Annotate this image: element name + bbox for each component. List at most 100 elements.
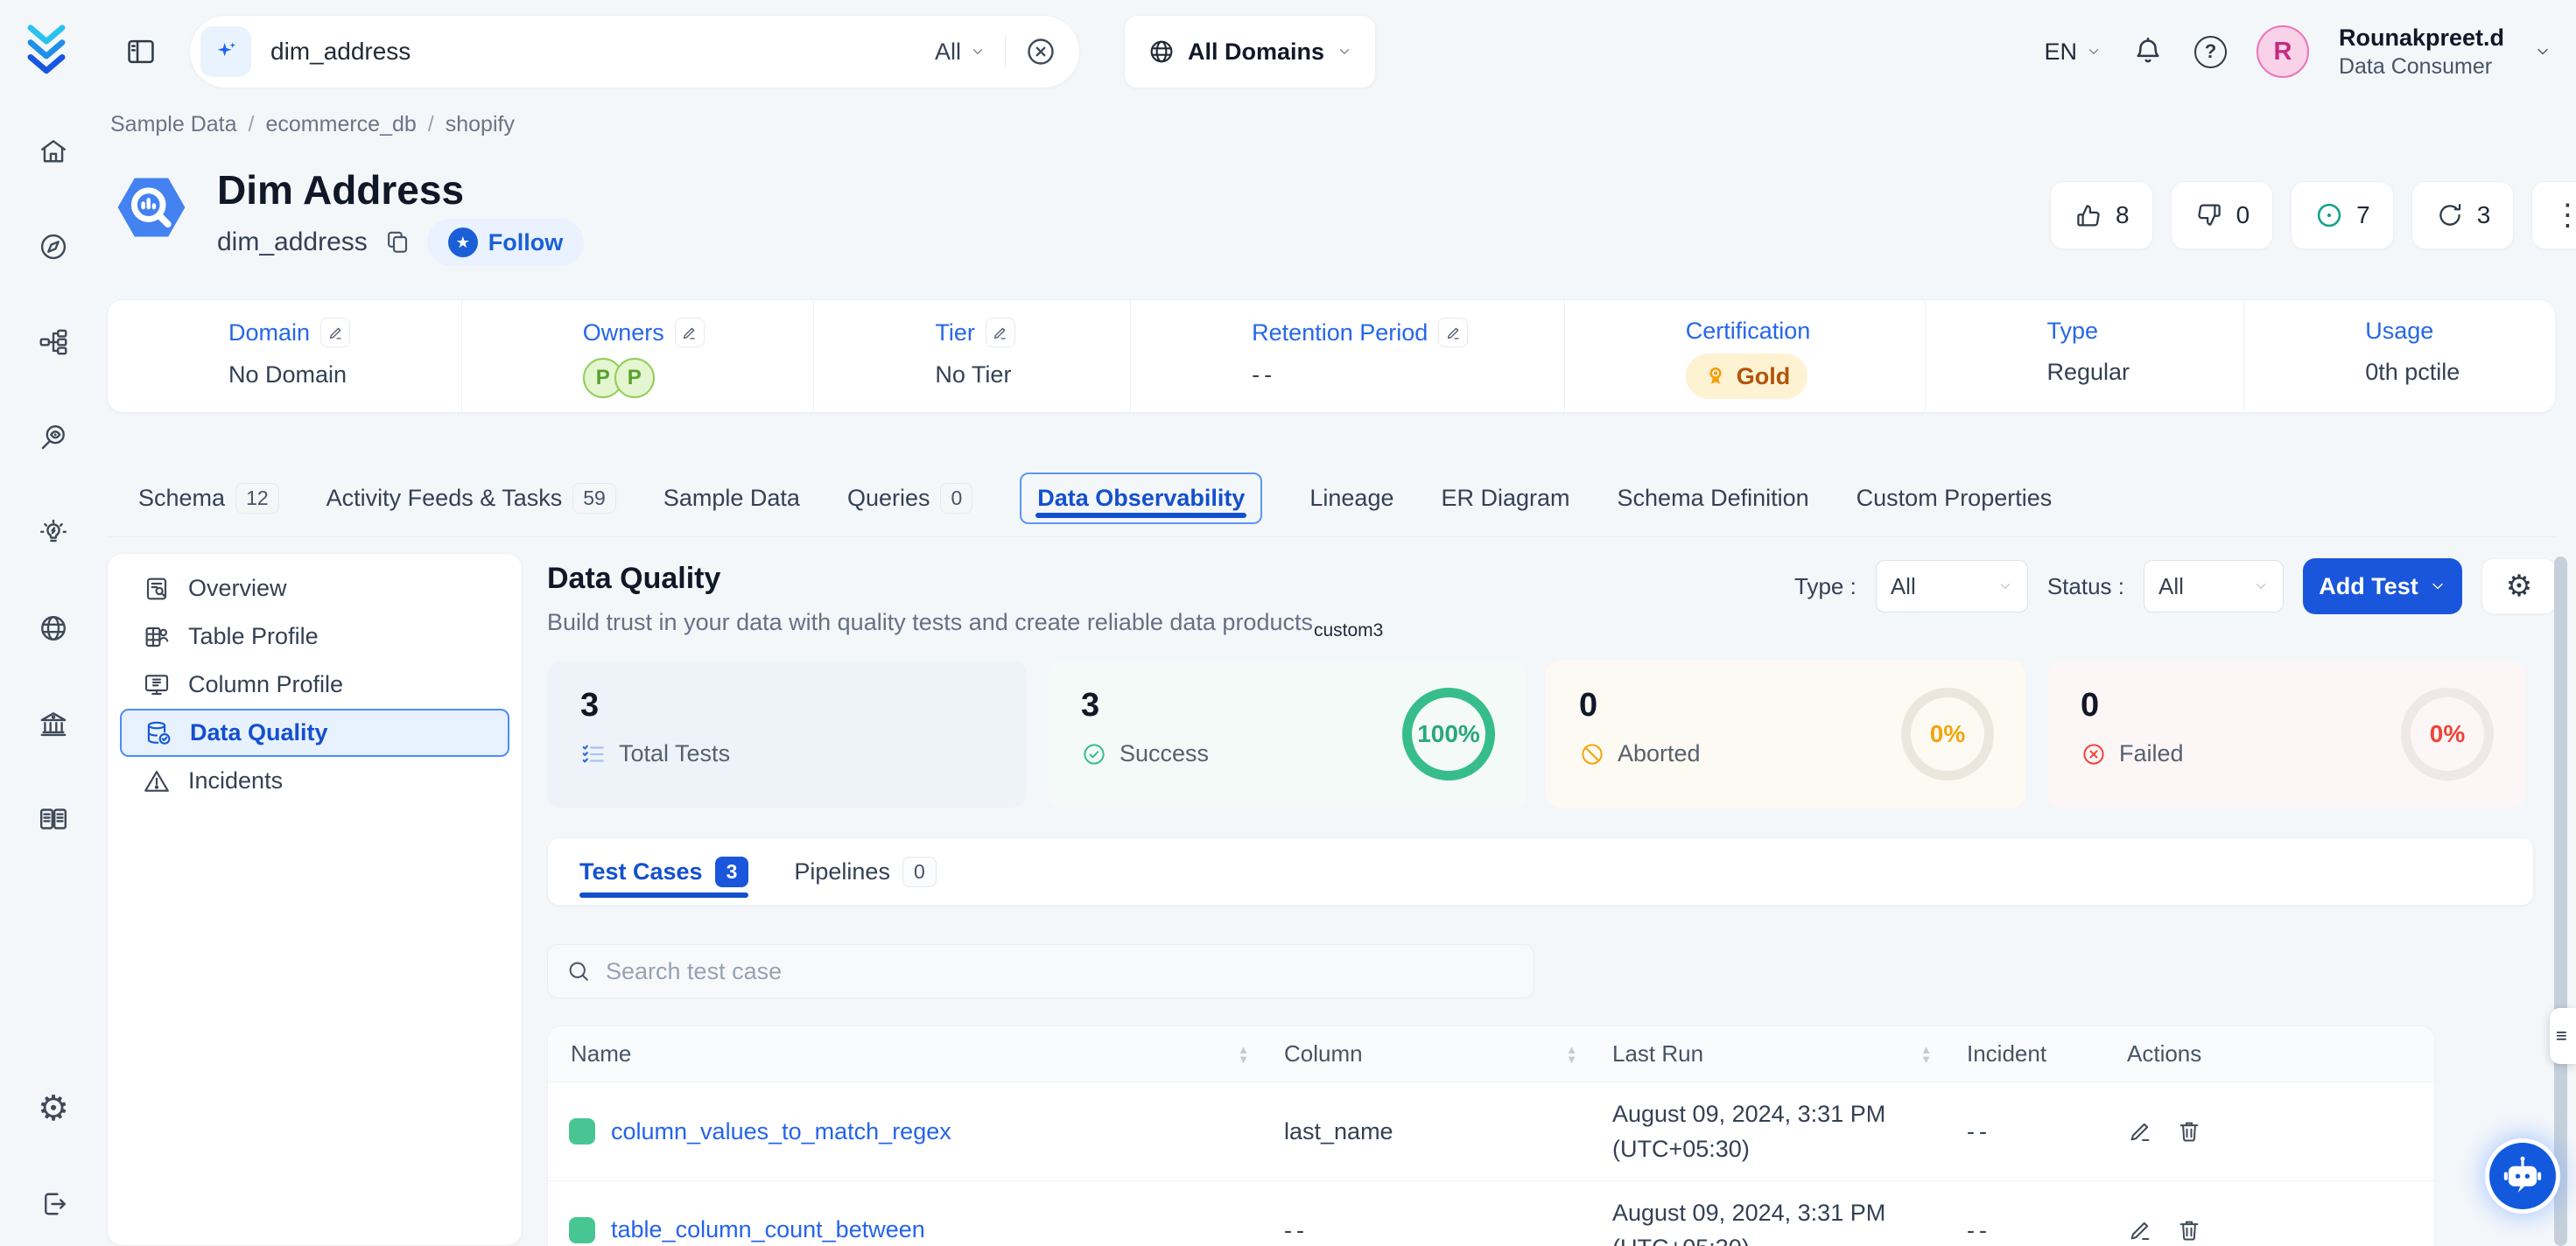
help-icon[interactable]: ? [2194,36,2227,68]
tab-pipelines[interactable]: Pipelines 0 [794,838,936,905]
entity-name: dim_address [217,228,368,257]
clear-search-icon[interactable] [1025,36,1056,67]
user-avatar[interactable]: R [2257,25,2309,78]
notifications-bell-icon[interactable] [2131,35,2165,68]
chevron-down-icon [1997,578,2013,594]
type-filter-select[interactable]: All [1876,560,2028,612]
edit-owners-button[interactable] [675,318,705,347]
total-tests-label: Total Tests [619,740,730,767]
insights-bulb-icon[interactable] [38,517,69,549]
sort-icon[interactable]: ▲▼ [1238,1045,1249,1064]
global-search-bar[interactable]: All [189,15,1080,88]
test-case-link[interactable]: column_values_to_match_regex [611,1118,951,1145]
edit-test-icon[interactable] [2127,1118,2153,1144]
follow-button[interactable]: ★ Follow [427,219,584,266]
menu-item-table-profile[interactable]: Table Profile [120,612,509,661]
edit-retention-button[interactable] [1438,318,1468,347]
status-filter-select[interactable]: All [2144,560,2284,612]
sort-icon[interactable]: ▲▼ [1566,1045,1577,1064]
menu-item-overview[interactable]: Overview [120,564,509,612]
copy-name-button[interactable] [383,228,411,256]
checklist-icon [580,741,607,767]
chevron-down-icon [2253,578,2269,594]
delete-test-icon[interactable] [2176,1217,2202,1243]
tab-queries[interactable]: Queries0 [847,472,972,524]
tab-lineage[interactable]: Lineage [1309,474,1393,522]
success-percent-ring: 100% [1402,688,1495,780]
menu-item-incidents[interactable]: Incidents [120,757,509,805]
tasks-button[interactable]: 7 [2291,181,2394,249]
observability-search-eye-icon[interactable] [38,422,69,453]
breadcrumb-item[interactable]: Sample Data [110,112,237,137]
divider [1005,35,1006,68]
app-logo[interactable] [19,21,74,80]
search-scope-dropdown[interactable]: All [935,38,986,66]
settings-gear-icon[interactable]: ⚙ [38,1093,69,1124]
downvote-button[interactable]: 0 [2171,181,2274,249]
success-label: Success [1120,740,1209,767]
language-selector[interactable]: EN [2044,38,2102,66]
edit-domain-button[interactable] [320,318,350,347]
logout-icon[interactable] [38,1188,69,1220]
knowledge-book-icon[interactable] [38,803,69,835]
menu-item-data-quality[interactable]: Data Quality [120,709,509,757]
test-case-search[interactable] [547,944,1534,998]
column-header-column[interactable]: Column▲▼ [1261,1040,1590,1068]
explore-compass-icon[interactable] [38,231,69,262]
menu-item-column-profile[interactable]: Column Profile [120,661,509,709]
sidebar-toggle-button[interactable] [124,35,158,73]
user-info[interactable]: Rounakpreet.d Data Consumer [2339,23,2504,80]
add-test-button[interactable]: Add Test [2303,558,2462,614]
ai-sparkle-chip[interactable] [200,26,251,77]
tier-value: No Tier [935,361,1130,388]
cell-last-run: August 09, 2024, 3:31 PM (UTC+05:30) [1590,1195,1944,1246]
test-settings-button[interactable]: ⚙ [2481,558,2557,614]
sort-icon[interactable]: ▲▼ [1920,1045,1932,1064]
cell-column: last_name [1261,1114,1590,1149]
meta-domain: Domain No Domain [108,300,461,412]
chatbot-button[interactable] [2489,1143,2556,1209]
entity-tabs: Schema12 Activity Feeds & Tasks59 Sample… [107,460,2556,537]
versions-button[interactable]: 3 [2411,181,2515,249]
tab-test-cases[interactable]: Test Cases 3 [579,838,748,905]
type-filter-label: Type : [1794,573,1857,600]
tab-data-observability[interactable]: Data Observability [1020,472,1262,524]
test-case-link[interactable]: table_column_count_between [611,1216,925,1243]
breadcrumb-item[interactable]: ecommerce_db [265,112,416,137]
edit-test-icon[interactable] [2127,1217,2153,1243]
content-scrollbar[interactable] [2554,556,2567,1246]
delete-test-icon[interactable] [2176,1118,2202,1144]
upvote-button[interactable]: 8 [2050,181,2153,249]
database-check-icon [144,719,172,747]
column-header-last-run[interactable]: Last Run▲▼ [1590,1040,1944,1068]
description-note: custom3 [1314,620,1383,640]
copy-icon [383,228,411,256]
more-options-button[interactable]: ⋮ [2531,181,2576,249]
chevron-down-icon[interactable] [2534,43,2551,60]
tab-schema-definition[interactable]: Schema Definition [1618,474,1809,522]
tab-er-diagram[interactable]: ER Diagram [1441,474,1569,522]
tab-activity-feeds[interactable]: Activity Feeds & Tasks59 [326,472,616,524]
lineage-flow-icon[interactable] [38,326,69,358]
domains-globe-icon[interactable] [38,612,69,644]
globe-icon [1148,38,1176,66]
owner-avatar[interactable]: P [614,358,655,398]
thumbs-up-icon [2074,200,2103,230]
downvote-count: 0 [2236,201,2250,229]
column-header-name[interactable]: Name▲▼ [548,1040,1261,1068]
pencil-icon [992,325,1008,341]
tab-sample-data[interactable]: Sample Data [663,474,800,522]
search-scope-value: All [935,38,961,66]
search-input[interactable] [270,38,935,66]
test-case-search-input[interactable] [606,958,1516,985]
tab-schema[interactable]: Schema12 [138,472,279,524]
domains-selector[interactable]: All Domains [1124,15,1376,88]
govern-bank-icon[interactable] [38,708,69,739]
home-icon[interactable] [38,136,69,167]
edit-tier-button[interactable] [986,318,1015,347]
breadcrumb: Sample Data / ecommerce_db / shopify [110,112,515,137]
feedback-widget-handle[interactable]: ≡ [2550,1008,2576,1064]
breadcrumb-item[interactable]: shopify [446,112,515,137]
tab-custom-properties[interactable]: Custom Properties [1857,474,2053,522]
failed-label: Failed [2119,740,2184,767]
